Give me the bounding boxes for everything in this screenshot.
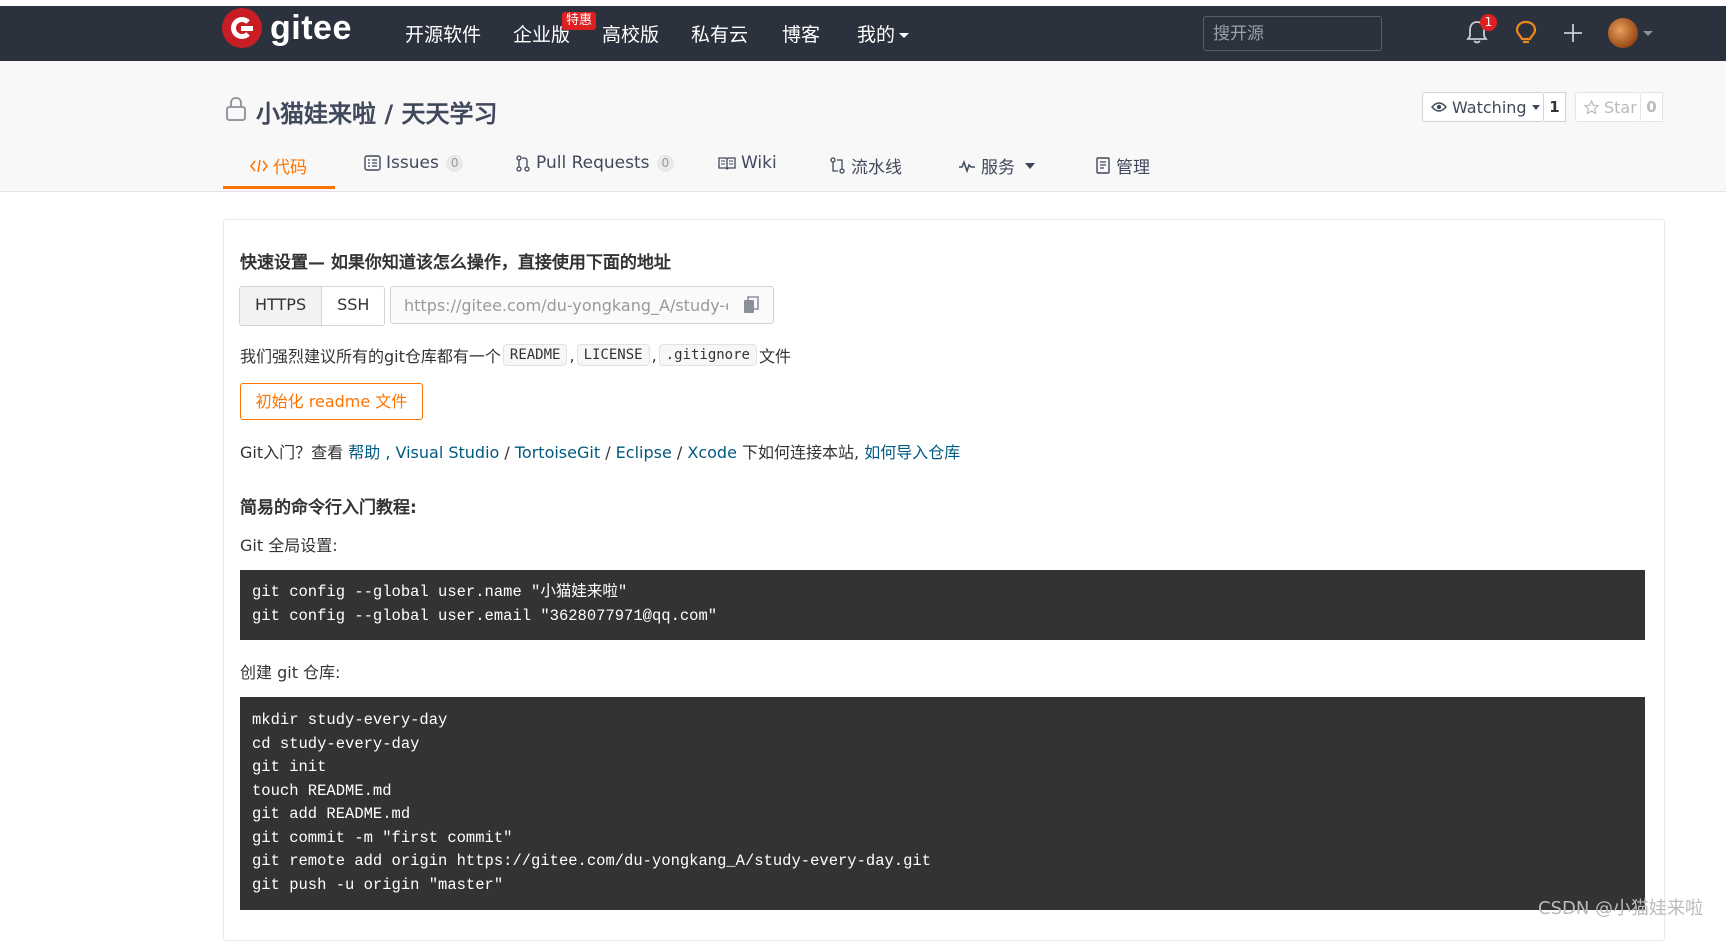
tab-service[interactable]: 服务 (958, 153, 1035, 178)
nav-mine-label: 我的 (857, 24, 896, 46)
chevron-down-icon (1531, 104, 1540, 110)
license-tag: LICENSE (576, 344, 650, 366)
git-intro-line: Git入门？查看 帮助 , Visual Studio / TortoiseGi… (240, 443, 961, 462)
code-line: git config --global user.email "36280779… (252, 606, 718, 625)
tab-pipeline[interactable]: 流水线 (829, 153, 902, 178)
tab-pull-requests-label: Pull Requests (536, 153, 650, 173)
chevron-down-icon[interactable] (1643, 31, 1653, 36)
protocol-ssh-button[interactable]: SSH (321, 287, 385, 325)
protocol-switcher: HTTPS SSH (239, 286, 386, 326)
tab-wiki-label: Wiki (741, 153, 777, 173)
create-repo-label: 创建 git 仓库: (240, 663, 341, 682)
pull-requests-count-badge: 0 (656, 154, 675, 172)
code-line: mkdir study-every-day (252, 711, 448, 729)
recommend-suffix: 文件 (758, 347, 791, 366)
help-link[interactable]: 帮助 (348, 443, 380, 462)
recommend-separator: , (651, 345, 657, 365)
nav-open-source[interactable]: 开源软件 (405, 20, 481, 47)
repo-title[interactable]: 小猫娃来啦 / 天天学习 (256, 94, 497, 129)
code-line: git add README.md (252, 805, 411, 823)
tutorial-title: 简易的命令行入门教程: (240, 498, 417, 518)
lock-icon (226, 97, 246, 121)
recommend-separator: , (569, 345, 575, 365)
star-button[interactable]: Star (1575, 92, 1641, 122)
tortoisegit-link[interactable]: TortoiseGit (515, 443, 600, 462)
code-line: git commit -m "first commit" (252, 828, 513, 847)
star-count[interactable]: 0 (1641, 92, 1663, 122)
code-line: git remote add origin https://gitee.com/… (252, 852, 932, 870)
global-settings-label: Git 全局设置: (240, 536, 338, 555)
nav-education[interactable]: 高校版 (602, 20, 659, 47)
promo-badge: 特惠 (562, 12, 597, 30)
avatar[interactable] (1608, 18, 1638, 48)
watch-count[interactable]: 1 (1544, 92, 1566, 122)
tab-code[interactable]: 代码 (250, 153, 307, 178)
chevron-down-icon (1025, 162, 1035, 169)
search-input[interactable] (1203, 16, 1382, 51)
code-line: cd study-every-day (252, 734, 420, 753)
tab-service-label: 服务 (981, 158, 1015, 178)
notification-count-badge: 1 (1480, 14, 1497, 31)
code-line: git config --global user.name "小猫娃来啦" (252, 583, 628, 601)
code-line: git push -u origin "master" (252, 875, 504, 894)
plus-icon[interactable] (1562, 22, 1584, 44)
recommend-prefix: 我们强烈建议所有的git仓库都有一个 (240, 347, 501, 366)
global-settings-code: git config --global user.name "小猫娃来啦" gi… (240, 570, 1645, 640)
readme-tag: README (502, 344, 568, 366)
tab-manage[interactable]: 管理 (1096, 153, 1150, 178)
visual-studio-link[interactable]: Visual Studio (396, 443, 500, 462)
tab-pipeline-label: 流水线 (851, 158, 902, 178)
gitee-logo[interactable]: gitee (222, 8, 352, 48)
gitee-logo-icon (222, 8, 262, 48)
issues-icon (364, 155, 381, 171)
wiki-icon (718, 157, 736, 170)
code-icon (250, 159, 268, 172)
code-line: touch README.md (252, 781, 392, 800)
lightbulb-icon[interactable] (1514, 20, 1538, 46)
import-repo-link[interactable]: 如何导入仓库 (864, 443, 960, 462)
clone-url-input[interactable] (390, 286, 774, 324)
watch-label: Watching (1452, 97, 1527, 117)
service-icon (959, 159, 975, 173)
tab-pull-requests[interactable]: Pull Requests 0 (515, 153, 675, 173)
tab-wiki[interactable]: Wiki (718, 153, 777, 173)
issues-count-badge: 0 (445, 154, 464, 172)
watch-button[interactable]: Watching (1422, 92, 1544, 122)
nav-private-cloud[interactable]: 私有云 (691, 20, 748, 47)
active-tab-indicator (223, 186, 335, 189)
tab-code-label: 代码 (273, 158, 307, 178)
tab-issues[interactable]: Issues 0 (364, 153, 464, 173)
quick-setup-title: 快速设置— 如果你知道该怎么操作，直接使用下面的地址 (240, 253, 671, 273)
copy-icon[interactable] (743, 296, 759, 314)
nav-mine[interactable]: 我的 (857, 20, 910, 47)
eclipse-link[interactable]: Eclipse (616, 443, 672, 462)
recommend-text: 我们强烈建议所有的git仓库都有一个 README, LICENSE, .git… (240, 343, 791, 367)
logo-text: gitee (270, 8, 352, 47)
manage-icon (1096, 157, 1110, 174)
chevron-down-icon (899, 33, 910, 38)
protocol-https-button[interactable]: HTTPS (240, 287, 322, 325)
nav-blog[interactable]: 博客 (782, 20, 820, 47)
watermark: CSDN @小猫娃来啦 (1538, 898, 1704, 919)
xcode-link[interactable]: Xcode (687, 443, 737, 462)
star-icon (1584, 99, 1599, 115)
init-readme-button[interactable]: 初始化 readme 文件 (240, 383, 423, 420)
gitignore-tag: .gitignore (658, 344, 757, 366)
star-label: Star (1604, 97, 1637, 117)
pipeline-icon (830, 157, 845, 174)
eye-icon (1431, 102, 1447, 112)
git-intro-prefix: Git入门？查看 (240, 443, 344, 462)
tab-manage-label: 管理 (1116, 158, 1150, 178)
code-line: git init (252, 758, 327, 776)
git-intro-middle: 下如何连接本站, (742, 443, 860, 462)
tab-issues-label: Issues (386, 153, 439, 173)
pull-request-icon (516, 154, 530, 172)
create-repo-code: mkdir study-every-day cd study-every-day… (240, 697, 1645, 910)
